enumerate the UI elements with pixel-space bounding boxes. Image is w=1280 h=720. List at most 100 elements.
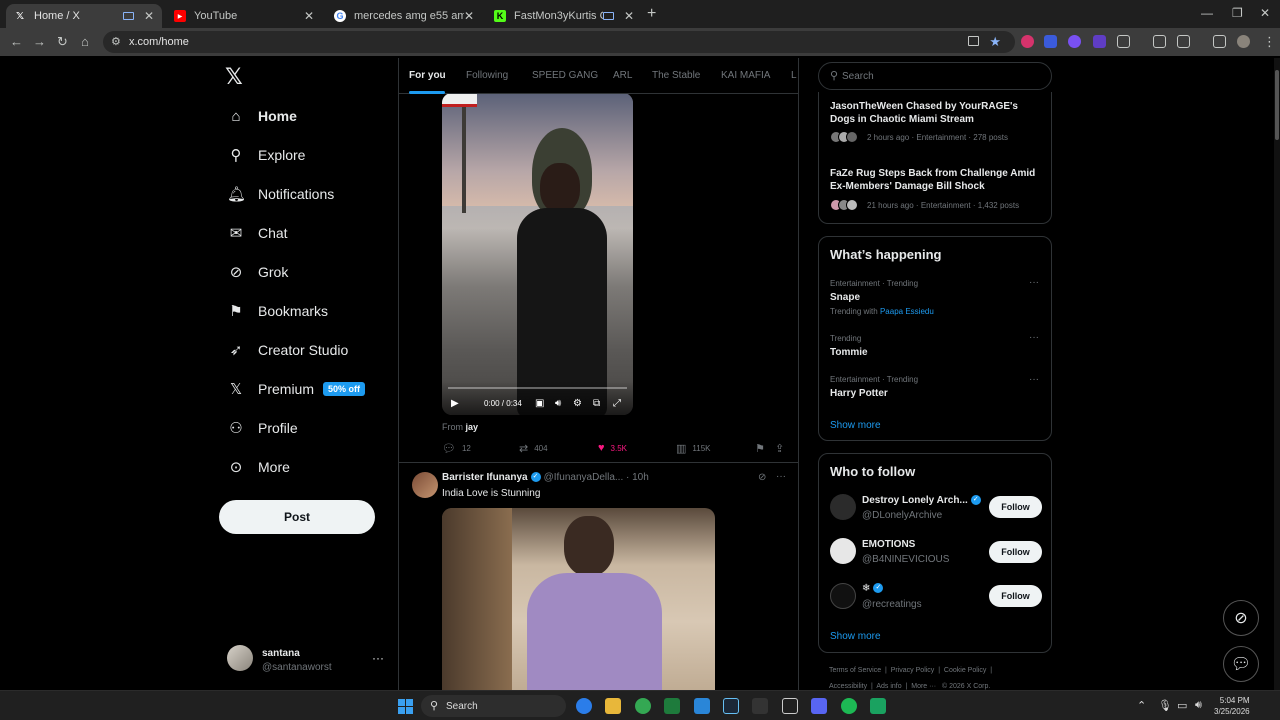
volume-icon[interactable]: 🔊︎ [555,398,561,409]
trend-related-link[interactable]: Paapa Essiedu [880,307,934,316]
repost-button[interactable]: ⇄ 404 [519,442,548,455]
close-tab-icon[interactable]: ✕ [624,9,634,23]
nav-notifications[interactable]: 🔔︎ Notifications [227,179,334,209]
avatar[interactable] [412,472,438,498]
captions-icon[interactable]: ▣ [535,398,544,409]
video-progress-bar[interactable] [448,387,627,389]
search-box[interactable]: ⚲ Search [818,62,1052,90]
tab-overflow[interactable]: L [791,70,797,81]
photos-icon[interactable] [694,698,710,714]
nav-bookmarks[interactable]: ⚑ Bookmarks [227,296,328,326]
bookmark-star-icon[interactable]: ★ [989,34,1001,50]
chrome-icon[interactable] [635,698,651,714]
more-horizontal-icon[interactable]: ··· [372,651,384,665]
scrollbar[interactable] [1274,58,1280,690]
back-icon[interactable]: ← [10,34,23,49]
post-button[interactable]: Post [219,500,375,534]
nav-more[interactable]: ⊙ More [227,452,290,482]
search-input[interactable]: Search [842,71,874,82]
app-icon[interactable] [664,698,680,714]
tab-the-stable[interactable]: The Stable [652,70,700,81]
app-icon[interactable] [752,698,768,714]
close-window-icon[interactable]: ✕ [1260,6,1270,20]
close-tab-icon[interactable]: ✕ [464,9,474,23]
tab-youtube[interactable]: ▶ YouTube ✕ [166,4,322,28]
nav-creator-studio[interactable]: ➶ Creator Studio [227,335,349,365]
install-app-icon[interactable] [968,36,979,46]
grok-explain-icon[interactable]: ⊘ [758,472,766,483]
reply-button[interactable]: 💬︎ 12 [442,442,471,455]
tab-arl[interactable]: ARL [613,70,632,81]
discord-icon[interactable] [811,698,827,714]
like-button[interactable]: ♥ 3.5K [598,442,627,454]
spotify-icon[interactable] [841,698,857,714]
site-info-icon[interactable]: ⚙ [111,35,121,48]
footer-link[interactable]: Terms of Service [829,667,881,674]
fullscreen-icon[interactable]: ⤢ [613,398,621,409]
forward-icon[interactable]: → [33,34,46,49]
nav-chat[interactable]: ✉ Chat [227,218,288,248]
attribution-user-link[interactable]: jay [466,422,479,432]
footer-link[interactable]: Accessibility [829,683,867,690]
extension-icon[interactable] [1021,35,1034,48]
split-view-icon[interactable] [1177,35,1190,48]
nav-profile[interactable]: ⚇ Profile [227,413,297,443]
menu-lines-icon[interactable] [1213,35,1226,48]
extensions-puzzle-icon[interactable] [1117,35,1130,48]
footer-link[interactable]: More ··· [911,683,936,690]
address-bar[interactable]: ⚙ x.com/home ★ [103,31,1015,53]
trend-item[interactable]: Snape [830,292,860,303]
avatar[interactable] [830,494,856,520]
views-button[interactable]: ▥ 115K [676,442,711,455]
reload-icon[interactable]: ↻ [57,34,68,50]
tab-for-you[interactable]: For you [409,70,446,81]
more-horizontal-icon[interactable]: ··· [1029,277,1039,288]
volume-icon[interactable]: 🔊︎ [1195,699,1202,712]
more-horizontal-icon[interactable]: ··· [1029,374,1039,385]
app-icon[interactable] [782,698,798,714]
tab-following[interactable]: Following [466,70,508,81]
nav-home[interactable]: ⌂ Home [227,101,296,131]
reading-list-icon[interactable] [1153,35,1166,48]
tab-kai-mafia[interactable]: KAI MAFIA [721,70,770,81]
post-author-name[interactable]: Barrister Ifunanya [442,472,528,483]
x-logo-icon[interactable]: 𝕏 [225,64,243,90]
network-icon[interactable]: ▭ [1177,699,1187,712]
app-icon[interactable] [870,698,886,714]
microphone-icon[interactable]: 🎙︎ [1158,699,1172,712]
follow-suggestion-name[interactable]: Destroy Lonely Arch... ✓ [862,495,984,506]
nav-explore[interactable]: ⚲ Explore [227,140,306,170]
close-tab-icon[interactable]: ✕ [304,9,314,23]
more-horizontal-icon[interactable]: ··· [1029,332,1039,343]
post-author-handle[interactable]: @IfunanyaDella... [544,472,624,483]
url-text[interactable]: x.com/home [129,36,189,48]
account-switcher[interactable]: santana @santanaworst ··· [227,645,387,675]
avatar[interactable] [830,538,856,564]
grok-fab-icon[interactable]: ⊘ [1223,600,1259,636]
follow-suggestion-name[interactable]: EMOTIONS [862,539,915,550]
pip-icon[interactable]: ⧉ [593,398,600,409]
follow-suggestion-name[interactable]: ❄ ✓ [862,583,886,594]
profile-avatar-icon[interactable] [1237,35,1250,48]
tray-overflow-icon[interactable]: ⌃ [1137,699,1146,712]
clock[interactable]: 5:04 PM 3/25/2026 [1214,695,1250,717]
scrollbar-thumb[interactable] [1275,70,1279,140]
show-more-link[interactable]: Show more [830,631,881,642]
footer-link[interactable]: Privacy Policy [891,667,935,674]
nav-grok[interactable]: ⊘ Grok [227,257,289,287]
footer-link[interactable]: Ads info [876,683,901,690]
tab-google-search[interactable]: G mercedes amg e55 amg - Goog ✕ [326,4,482,28]
post-timestamp[interactable]: · 10h [626,472,649,483]
show-more-link[interactable]: Show more [830,420,881,431]
minimize-icon[interactable]: — [1201,6,1213,20]
file-explorer-icon[interactable] [605,698,621,714]
trend-item[interactable]: Tommie [830,347,868,358]
tab-home-x[interactable]: 𝕏 Home / X ✕ [6,4,162,28]
extension-icon[interactable] [1068,35,1081,48]
avatar[interactable] [830,583,856,609]
home-page-icon[interactable]: ⌂ [81,34,89,49]
bookmark-post-button[interactable]: ⚑ [755,442,771,455]
extension-icon[interactable] [1093,35,1106,48]
browser-menu-icon[interactable]: ⋮ [1263,34,1276,50]
share-button[interactable]: ⇪ [775,442,790,455]
